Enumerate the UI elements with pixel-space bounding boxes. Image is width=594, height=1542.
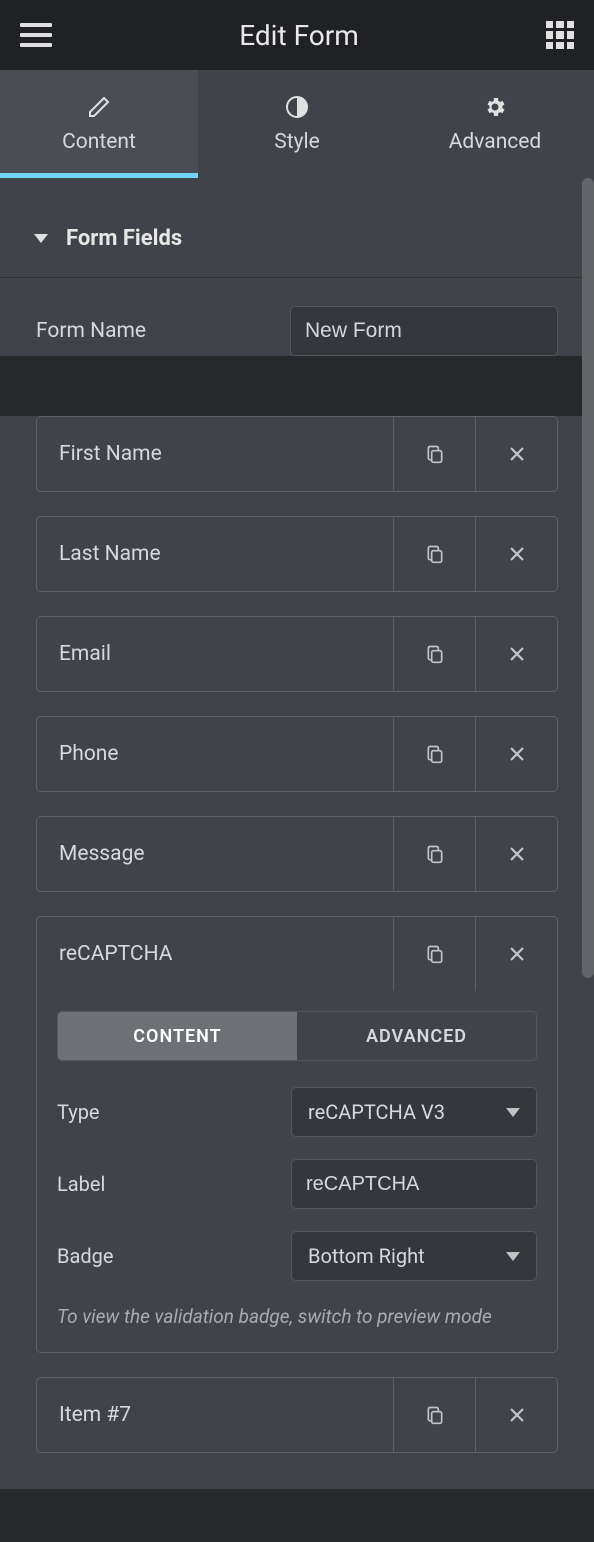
type-value: reCAPTCHA V3 xyxy=(308,1100,445,1124)
field-item-recaptcha[interactable]: reCAPTCHA xyxy=(36,916,558,992)
chevron-down-icon xyxy=(506,1252,520,1261)
form-name-label: Form Name xyxy=(36,319,290,343)
type-row: Type reCAPTCHA V3 xyxy=(57,1087,537,1137)
sub-tab-content[interactable]: CONTENT xyxy=(58,1012,297,1060)
label-input[interactable] xyxy=(292,1160,537,1208)
remove-button[interactable] xyxy=(475,817,557,891)
field-item-phone[interactable]: Phone xyxy=(36,716,558,792)
tab-label: Content xyxy=(62,130,136,154)
page-title: Edit Form xyxy=(239,19,359,52)
chevron-down-icon xyxy=(34,234,48,243)
form-name-input[interactable] xyxy=(290,306,558,356)
duplicate-button[interactable] xyxy=(393,417,475,491)
type-select[interactable]: reCAPTCHA V3 xyxy=(291,1087,537,1137)
pencil-icon xyxy=(86,94,112,120)
remove-button[interactable] xyxy=(475,417,557,491)
main-tabs: Content Style Advanced xyxy=(0,70,594,178)
section-form-fields[interactable]: Form Fields xyxy=(0,200,594,278)
duplicate-button[interactable] xyxy=(393,917,475,991)
field-label[interactable]: Phone xyxy=(37,717,393,791)
copy-icon xyxy=(425,643,445,665)
field-label[interactable]: reCAPTCHA xyxy=(37,917,393,991)
label-label: Label xyxy=(57,1172,291,1196)
tab-advanced[interactable]: Advanced xyxy=(396,70,594,178)
copy-icon xyxy=(425,943,445,965)
close-icon xyxy=(508,845,526,863)
top-bar: Edit Form xyxy=(0,0,594,70)
duplicate-button[interactable] xyxy=(393,1378,475,1452)
section-title: Form Fields xyxy=(66,226,182,251)
field-item-first-name[interactable]: First Name xyxy=(36,416,558,492)
close-icon xyxy=(508,645,526,663)
tab-label: Advanced xyxy=(449,130,542,154)
label-row: Label xyxy=(57,1159,537,1209)
gear-icon xyxy=(482,94,508,120)
type-label: Type xyxy=(57,1100,291,1124)
field-label[interactable]: First Name xyxy=(37,417,393,491)
badge-label: Badge xyxy=(57,1244,291,1268)
field-expanded-panel: CONTENT ADVANCED Type reCAPTCHA V3 Label xyxy=(36,987,558,1353)
close-icon xyxy=(508,445,526,463)
contrast-icon xyxy=(284,94,310,120)
form-name-row: Form Name xyxy=(36,306,558,356)
badge-value: Bottom Right xyxy=(308,1244,425,1268)
copy-icon xyxy=(425,1404,445,1426)
field-item-message[interactable]: Message xyxy=(36,816,558,892)
field-label[interactable]: Email xyxy=(37,617,393,691)
duplicate-button[interactable] xyxy=(393,617,475,691)
remove-button[interactable] xyxy=(475,617,557,691)
remove-button[interactable] xyxy=(475,517,557,591)
badge-select[interactable]: Bottom Right xyxy=(291,1231,537,1281)
scrollbar-thumb[interactable] xyxy=(582,178,594,978)
copy-icon xyxy=(425,743,445,765)
remove-button[interactable] xyxy=(475,1378,557,1452)
tab-content[interactable]: Content xyxy=(0,70,198,178)
field-label[interactable]: Message xyxy=(37,817,393,891)
duplicate-button[interactable] xyxy=(393,717,475,791)
field-item-last-name[interactable]: Last Name xyxy=(36,516,558,592)
close-icon xyxy=(508,745,526,763)
apps-grid-icon[interactable] xyxy=(546,21,574,49)
field-label[interactable]: Item #7 xyxy=(37,1378,393,1452)
copy-icon xyxy=(425,843,445,865)
field-item-email[interactable]: Email xyxy=(36,616,558,692)
panel: Form Fields Form Name First Name Last Na… xyxy=(0,178,594,1489)
remove-button[interactable] xyxy=(475,917,557,991)
badge-row: Badge Bottom Right xyxy=(57,1231,537,1281)
sub-tab-advanced[interactable]: ADVANCED xyxy=(297,1012,536,1060)
field-list: First Name Last Name Email Phone Message xyxy=(0,416,594,1489)
scrollbar[interactable] xyxy=(582,178,594,1098)
sub-tabs: CONTENT ADVANCED xyxy=(57,1011,537,1061)
badge-hint: To view the validation badge, switch to … xyxy=(57,1303,537,1332)
close-icon xyxy=(508,545,526,563)
field-item-7[interactable]: Item #7 xyxy=(36,1377,558,1453)
tab-label: Style xyxy=(274,130,320,154)
copy-icon xyxy=(425,543,445,565)
field-label[interactable]: Last Name xyxy=(37,517,393,591)
close-icon xyxy=(508,1406,526,1424)
remove-button[interactable] xyxy=(475,717,557,791)
copy-icon xyxy=(425,443,445,465)
tab-style[interactable]: Style xyxy=(198,70,396,178)
duplicate-button[interactable] xyxy=(393,817,475,891)
duplicate-button[interactable] xyxy=(393,517,475,591)
chevron-down-icon xyxy=(506,1108,520,1117)
menu-icon[interactable] xyxy=(20,23,52,47)
close-icon xyxy=(508,945,526,963)
